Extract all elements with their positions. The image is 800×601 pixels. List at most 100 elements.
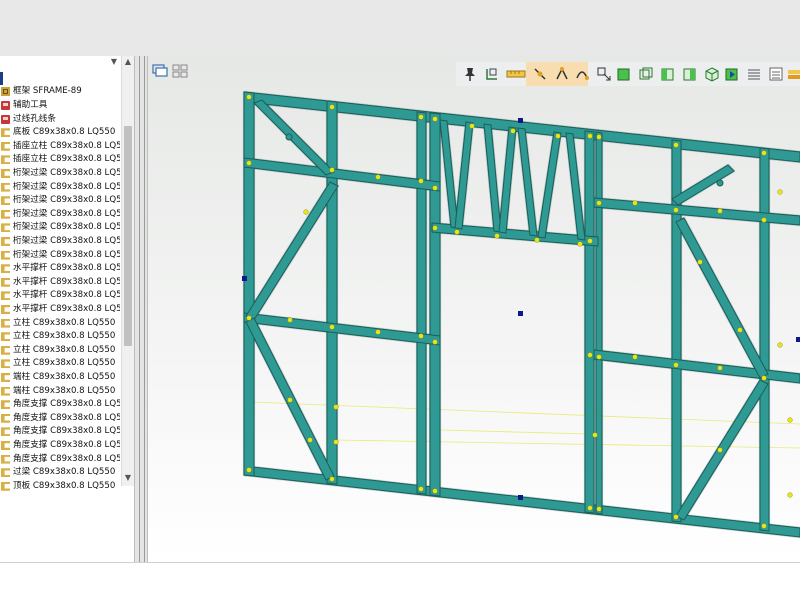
- 3d-viewport[interactable]: [148, 56, 800, 562]
- tree-item[interactable]: 角度支撑 C89x38x0.8 LQ550: [0, 453, 120, 467]
- pin-icon[interactable]: [462, 66, 478, 82]
- solid-view-icon[interactable]: [616, 66, 632, 82]
- truss-web[interactable]: [537, 131, 562, 239]
- tree-item[interactable]: 桁架过梁 C89x38x0.8 LQ550: [0, 235, 120, 249]
- pipe-stub: [285, 133, 293, 141]
- tree-item[interactable]: 桁架过梁 C89x38x0.8 LQ550: [0, 181, 120, 195]
- single-view-icon[interactable]: [152, 63, 168, 77]
- top-background: [0, 0, 800, 56]
- tree-item[interactable]: 桁架过梁 C89x38x0.8 LQ550: [0, 221, 120, 235]
- select-icon[interactable]: [484, 66, 500, 82]
- tree-item[interactable]: 过梁 C89x38x0.8 LQ550: [0, 466, 120, 480]
- scrollbar-thumb[interactable]: [124, 126, 132, 346]
- tree-item-label: 立柱 C89x38x0.8 LQ550: [13, 344, 116, 355]
- handle-center[interactable]: [518, 311, 523, 316]
- handle-bottom[interactable]: [518, 495, 523, 500]
- tree-selection-marker: [0, 72, 3, 85]
- stud[interactable]: [326, 100, 338, 485]
- tree-root[interactable]: 框架 SFRAME-89: [0, 85, 120, 99]
- quad-view-icon[interactable]: [172, 63, 188, 78]
- tree-item[interactable]: 水平撑杆 C89x38x0.8 LQ550: [0, 262, 120, 276]
- snap-line-icon[interactable]: [554, 66, 570, 82]
- tree-item[interactable]: 桁架过梁 C89x38x0.8 LQ550: [0, 194, 120, 208]
- tree-item[interactable]: 水平撑杆 C89x38x0.8 LQ550: [0, 289, 120, 303]
- truss-web[interactable]: [517, 127, 538, 237]
- beam-icon: [1, 400, 10, 410]
- tree-item-label: 桁架过梁 C89x38x0.8 LQ550: [13, 195, 120, 206]
- angle-brace[interactable]: [245, 181, 339, 321]
- scroll-up-arrow-icon[interactable]: ▲: [122, 56, 134, 68]
- tree-item[interactable]: 角度支撑 C89x38x0.8 LQ550: [0, 425, 120, 439]
- front-view-icon[interactable]: [660, 66, 676, 82]
- stud[interactable]: [759, 147, 770, 532]
- tree-item[interactable]: 过线孔线条: [0, 113, 120, 127]
- tree-item[interactable]: 桁架过梁 C89x38x0.8 LQ550: [0, 167, 120, 181]
- side-view-icon[interactable]: [682, 66, 698, 82]
- truss-web[interactable]: [498, 126, 517, 234]
- tree-item-label: 立柱 C89x38x0.8 LQ550: [13, 317, 116, 328]
- iso-view-icon[interactable]: [704, 66, 720, 82]
- beam-icon: [1, 277, 10, 287]
- tree-item-label: 过线孔线条: [13, 113, 56, 124]
- wireframe-view-icon[interactable]: [638, 66, 654, 82]
- tool-icon: [1, 101, 10, 110]
- model-tree-panel[interactable]: ▼ 框架 SFRAME-89 辅助工具 过线孔线条底板 C89x38x0.8 LQ…: [0, 56, 135, 562]
- tree-item[interactable]: 立柱 C89x38x0.8 LQ550: [0, 330, 120, 344]
- tree-item-label: 底板 C89x38x0.8 LQ550: [13, 127, 116, 138]
- view-pan-icon[interactable]: [596, 66, 612, 82]
- truss-web[interactable]: [483, 123, 502, 233]
- truss-web[interactable]: [565, 132, 586, 241]
- tree-item[interactable]: 角度支撑 C89x38x0.8 LQ550: [0, 398, 120, 412]
- tree-item[interactable]: 角度支撑 C89x38x0.8 LQ550: [0, 439, 120, 453]
- tree-item[interactable]: 顶板 C89x38x0.8 LQ550: [0, 480, 120, 494]
- tree-item[interactable]: 桁架过梁 C89x38x0.8 LQ550: [0, 249, 120, 263]
- beam-icon: [1, 305, 10, 314]
- nogging[interactable]: [243, 312, 441, 346]
- stud[interactable]: [429, 112, 441, 497]
- beam-icon: [1, 454, 10, 464]
- stud[interactable]: [416, 111, 427, 495]
- play-icon[interactable]: [724, 66, 740, 82]
- stud[interactable]: [595, 131, 603, 515]
- handle-left[interactable]: [242, 276, 247, 281]
- nogging[interactable]: [243, 157, 441, 192]
- tree-item[interactable]: 插座立柱 C89x38x0.8 LQ550: [0, 140, 120, 154]
- tree-item[interactable]: 水平撑杆 C89x38x0.8 LQ550: [0, 276, 120, 290]
- tree-item[interactable]: 水平撑杆 C89x38x0.8 LQ550: [0, 303, 120, 317]
- tree-scrollbar[interactable]: ▲ ▼: [121, 56, 134, 486]
- frame-model[interactable]: [148, 56, 800, 562]
- beam-icon: [1, 345, 10, 355]
- measure-icon[interactable]: [506, 66, 526, 82]
- list-icon[interactable]: [746, 66, 762, 82]
- tree-item[interactable]: 底板 C89x38x0.8 LQ550: [0, 126, 120, 140]
- handle-top[interactable]: [518, 118, 523, 123]
- tree-item-label: 角度支撑 C89x38x0.8 LQ550: [13, 399, 120, 410]
- beam-icon: [1, 155, 10, 165]
- chevron-down-icon[interactable]: ▼: [108, 56, 120, 68]
- tree-item-label: 立柱 C89x38x0.8 LQ550: [13, 358, 116, 369]
- tree-item[interactable]: 端柱 C89x38x0.8 LQ550: [0, 385, 120, 399]
- viewport-toolbar: [456, 62, 800, 86]
- snap-curve-icon[interactable]: [574, 66, 590, 82]
- panel-splitter[interactable]: [134, 56, 148, 562]
- tree-item-label: 桁架过梁 C89x38x0.8 LQ550: [13, 222, 120, 233]
- tree-item[interactable]: 角度支撑 C89x38x0.8 LQ550: [0, 412, 120, 426]
- tree-item[interactable]: 端柱 C89x38x0.8 LQ550: [0, 371, 120, 385]
- tree-item[interactable]: 立柱 C89x38x0.8 LQ550: [0, 344, 120, 358]
- truss-web[interactable]: [454, 121, 474, 230]
- stud[interactable]: [584, 130, 595, 514]
- beam-icon: [1, 332, 10, 342]
- tree-item[interactable]: 桁架过梁 C89x38x0.8 LQ550: [0, 208, 120, 222]
- scroll-down-arrow-icon[interactable]: ▼: [122, 472, 134, 484]
- handle-right[interactable]: [796, 337, 800, 342]
- truss-web[interactable]: [439, 119, 459, 229]
- snap-point-icon[interactable]: [532, 66, 548, 82]
- tree-item[interactable]: 辅助工具: [0, 99, 120, 113]
- properties-icon[interactable]: [768, 66, 784, 82]
- angle-brace[interactable]: [675, 217, 769, 379]
- tree-item[interactable]: 立柱 C89x38x0.8 LQ550: [0, 317, 120, 331]
- tree-item[interactable]: 插座立柱 C89x38x0.8 LQ550: [0, 153, 120, 167]
- end-stud-left[interactable]: [243, 91, 255, 477]
- tree-item[interactable]: 立柱 C89x38x0.8 LQ550: [0, 357, 120, 371]
- layers-icon[interactable]: [788, 66, 800, 82]
